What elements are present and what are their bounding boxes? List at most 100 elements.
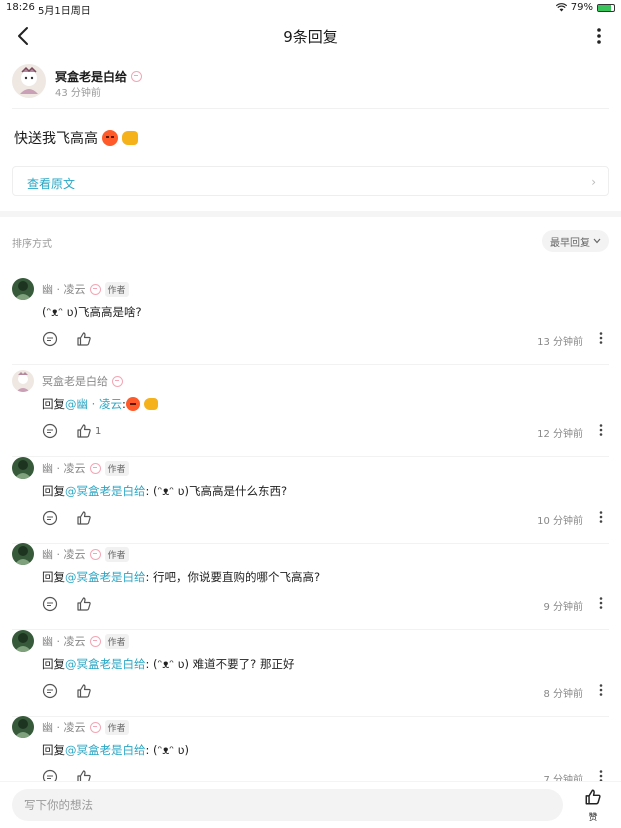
comment-input[interactable] [12, 789, 563, 821]
comment-button[interactable] [42, 423, 58, 439]
more-vertical-icon[interactable] [597, 509, 605, 525]
avatar-image [16, 372, 30, 392]
like-button[interactable] [76, 596, 95, 612]
sort-label: 排序方式 [12, 239, 52, 250]
post-header: 冥盒老是白给 43 分钟前 [12, 64, 609, 109]
post-author[interactable]: 冥盒老是白给 [55, 68, 143, 85]
avatar[interactable] [12, 543, 34, 565]
reply-item: 幽 · 凌云 作者 回复 @冥盒老是白给: 行吧，你说要直购的哪个飞高高? 9 分钟… [12, 543, 609, 630]
reply-time: 13 分钟前 [537, 337, 583, 348]
status-bar: 18:26 5月1日周日 79% [0, 0, 621, 17]
reply-text: (ᵔᴥᵔ ʋ)飞高高是啥? [42, 304, 142, 320]
like-post-button[interactable]: 赞 [581, 788, 605, 823]
avatar[interactable] [12, 716, 34, 738]
status-date: 5月1日周日 [38, 6, 91, 17]
more-vertical-icon[interactable] [597, 682, 605, 698]
reply-prefix: 回复 [42, 484, 65, 498]
reply-time: 8 分钟前 [543, 689, 583, 700]
reply-time: 12 分钟前 [537, 429, 583, 440]
post-text: 快送我飞高高 [14, 131, 98, 147]
avatar[interactable] [12, 457, 34, 479]
reply-author[interactable]: 幽 · 凌云 作者 [42, 719, 129, 735]
sort-row: 排序方式 最早回复 [12, 230, 609, 252]
avatar-image [14, 546, 32, 565]
comment-button[interactable] [42, 510, 58, 526]
avatar[interactable] [12, 370, 34, 392]
thumbs-up-icon [77, 597, 91, 611]
level-badge-icon [131, 71, 143, 82]
battery-icon [597, 3, 615, 12]
view-original-label: 查看原文 [27, 177, 76, 191]
section-divider [0, 211, 621, 217]
chevron-right-icon: › [591, 175, 596, 189]
like-count: 1 [95, 425, 102, 437]
reply-body: : 行吧，你说要直购的哪个飞高高? [145, 570, 321, 584]
reply-actions [42, 509, 95, 527]
comment-icon [42, 331, 58, 347]
reply-actions [42, 682, 95, 700]
reply-author-name: 幽 · 凌云 [42, 635, 86, 648]
reply-body: : (ᵔᴥᵔ ʋ) [145, 743, 190, 757]
more-vertical-icon[interactable] [597, 330, 605, 346]
thumbs-up-icon [77, 424, 91, 438]
reply-author-name: 幽 · 凌云 [42, 721, 86, 734]
more-vertical-icon[interactable] [597, 768, 605, 782]
reply-prefix: 回复 [42, 570, 65, 584]
author-tag: 作者 [104, 546, 129, 562]
avatar[interactable] [12, 278, 34, 300]
sort-dropdown[interactable]: 最早回复 [542, 230, 609, 252]
page-title: 9条回复 [283, 28, 338, 46]
view-original-button[interactable]: 查看原文 › [12, 166, 609, 196]
wifi-icon [555, 3, 567, 12]
battery-percent: 79% [570, 2, 593, 13]
reply-mention[interactable]: @幽 · 凌云 [65, 396, 122, 412]
comment-icon [42, 683, 58, 699]
reply-author[interactable]: 幽 · 凌云 作者 [42, 633, 129, 649]
level-badge-icon [112, 375, 123, 387]
level-badge-icon [89, 548, 101, 560]
reply-author[interactable]: 幽 · 凌云 作者 [42, 281, 129, 297]
comment-icon [42, 596, 58, 612]
reply-item: 幽 · 凌云 作者 (ᵔᴥᵔ ʋ)飞高高是啥? 13 分钟前 [12, 278, 609, 365]
avatar-image [14, 633, 32, 652]
avatar-image [14, 281, 32, 300]
level-badge-icon [89, 283, 101, 295]
reply-actions: 1 [42, 422, 101, 440]
reply-mention[interactable]: @冥盒老是白给 [65, 742, 146, 758]
like-button[interactable] [76, 683, 95, 699]
reply-mention[interactable]: @冥盒老是白给 [65, 483, 146, 499]
reply-text: 回复 @冥盒老是白给: 行吧，你说要直购的哪个飞高高? [42, 569, 320, 585]
reply-item: 幽 · 凌云 作者 回复 @冥盒老是白给: (ᵔᴥᵔ ʋ)飞高高是什么东西? 10 … [12, 457, 609, 544]
bottom-bar: 赞 [0, 781, 621, 828]
avatar-image [14, 460, 32, 479]
avatar[interactable] [12, 64, 46, 98]
comment-button[interactable] [42, 596, 58, 612]
reply-text: 回复 @冥盒老是白给: (ᵔᴥᵔ ʋ) 难道不要了? 那正好 [42, 656, 294, 672]
post-time: 43 分钟前 [55, 88, 101, 99]
comment-button[interactable] [42, 331, 58, 347]
reply-author[interactable]: 冥盒老是白给 [42, 373, 123, 389]
reply-text: 回复 @幽 · 凌云: [42, 396, 158, 412]
reply-mention[interactable]: @冥盒老是白给 [65, 569, 146, 585]
reply-author[interactable]: 幽 · 凌云 作者 [42, 546, 129, 562]
status-time: 18:26 [6, 2, 35, 13]
comment-button[interactable] [42, 683, 58, 699]
reply-time: 10 分钟前 [537, 516, 583, 527]
status-right: 79% [555, 2, 615, 13]
more-vertical-icon[interactable] [597, 595, 605, 611]
reply-body: : (ᵔᴥᵔ ʋ) 难道不要了? 那正好 [145, 657, 295, 671]
like-button[interactable]: 1 [76, 423, 101, 439]
level-badge-icon [89, 462, 101, 474]
reply-text: 回复 @冥盒老是白给: (ᵔᴥᵔ ʋ)飞高高是什么东西? [42, 483, 287, 499]
more-vertical-icon[interactable] [591, 24, 607, 48]
more-vertical-icon[interactable] [597, 422, 605, 438]
like-button[interactable] [76, 331, 95, 347]
reply-mention[interactable]: @冥盒老是白给 [65, 656, 146, 672]
post-author-name: 冥盒老是白给 [55, 70, 128, 84]
level-badge-icon [89, 635, 101, 647]
battery-fill [598, 4, 611, 11]
level-badge-icon [89, 721, 101, 733]
reply-author[interactable]: 幽 · 凌云 作者 [42, 460, 129, 476]
avatar[interactable] [12, 630, 34, 652]
like-button[interactable] [76, 510, 95, 526]
